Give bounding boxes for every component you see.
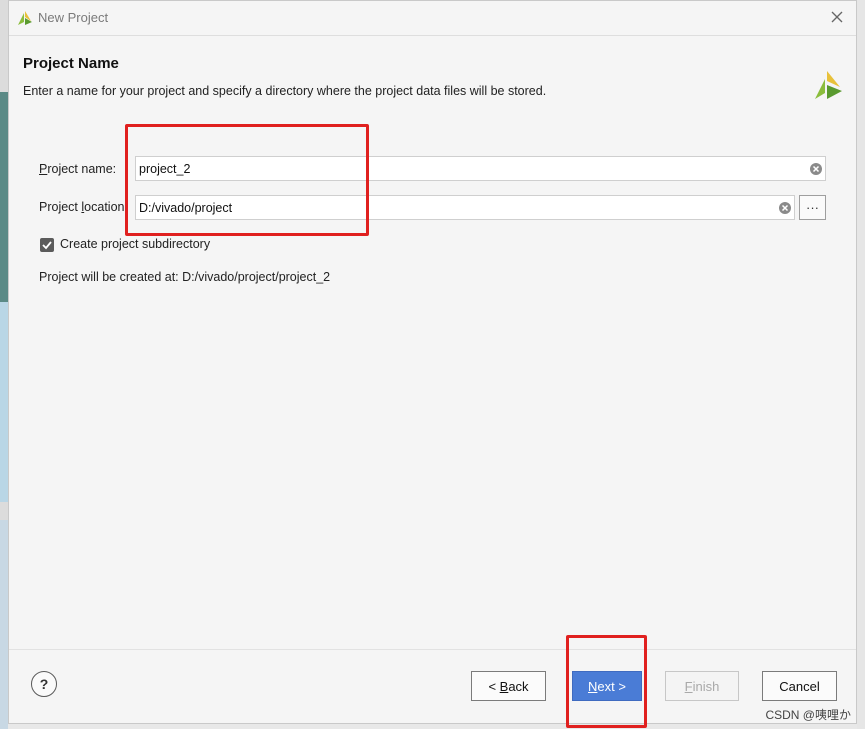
back-button[interactable]: < Back — [471, 671, 546, 701]
back-mnemonic: B — [499, 678, 509, 694]
help-button[interactable]: ? — [31, 671, 57, 697]
create-subdirectory-checkbox[interactable] — [40, 238, 54, 252]
browse-label: ··· — [806, 200, 819, 215]
background-app-panel — [0, 92, 8, 302]
title-bar: New Project — [9, 1, 856, 36]
project-location-field[interactable] — [135, 195, 795, 220]
project-location-label-prefix: Project — [39, 200, 82, 214]
cancel-label: Cancel — [779, 678, 820, 694]
project-name-field[interactable] — [135, 156, 826, 181]
project-name-input[interactable] — [136, 157, 809, 180]
close-icon[interactable] — [828, 8, 846, 26]
page-title: Project Name — [23, 55, 119, 72]
xilinx-logo-icon — [815, 71, 842, 99]
checkmark-icon — [42, 241, 52, 250]
next-label: ext > — [597, 678, 626, 694]
project-location-label-rest: ocation: — [84, 200, 128, 214]
next-button[interactable]: Next > — [572, 671, 642, 701]
watermark: CSDN @咦哩か — [765, 708, 851, 722]
cancel-button[interactable]: Cancel — [762, 671, 837, 701]
footer-divider — [9, 649, 856, 650]
background-app-panel — [0, 520, 8, 729]
xilinx-logo-icon — [18, 11, 32, 25]
back-prefix: < — [488, 678, 500, 694]
background-app-panel — [0, 302, 8, 502]
back-label: ack — [508, 678, 529, 694]
finish-label: inish — [692, 678, 720, 694]
browse-location-button[interactable]: ··· — [799, 195, 826, 220]
finish-mnemonic: F — [684, 678, 693, 694]
create-subdirectory-label[interactable]: Create project subdirectory — [60, 237, 210, 251]
project-location-input[interactable] — [136, 196, 778, 219]
background-app-edge-right — [857, 0, 865, 729]
next-mnemonic: N — [588, 678, 598, 694]
clear-icon[interactable] — [809, 162, 823, 176]
project-location-label: Project location: — [39, 200, 128, 214]
page-description: Enter a name for your project and specif… — [23, 84, 547, 98]
new-project-dialog: New Project Project Name Enter a name fo… — [8, 0, 857, 724]
wizard-header: Project Name Enter a name for your proje… — [9, 36, 856, 126]
clear-icon[interactable] — [778, 201, 792, 215]
project-created-at-text: Project will be created at: D:/vivado/pr… — [39, 270, 331, 284]
window-title: New Project — [38, 10, 109, 25]
finish-button[interactable]: Finish — [665, 671, 739, 701]
project-name-label: Project name: — [39, 162, 116, 176]
help-label: ? — [39, 676, 49, 692]
project-name-label-text: roject name: — [47, 162, 117, 176]
